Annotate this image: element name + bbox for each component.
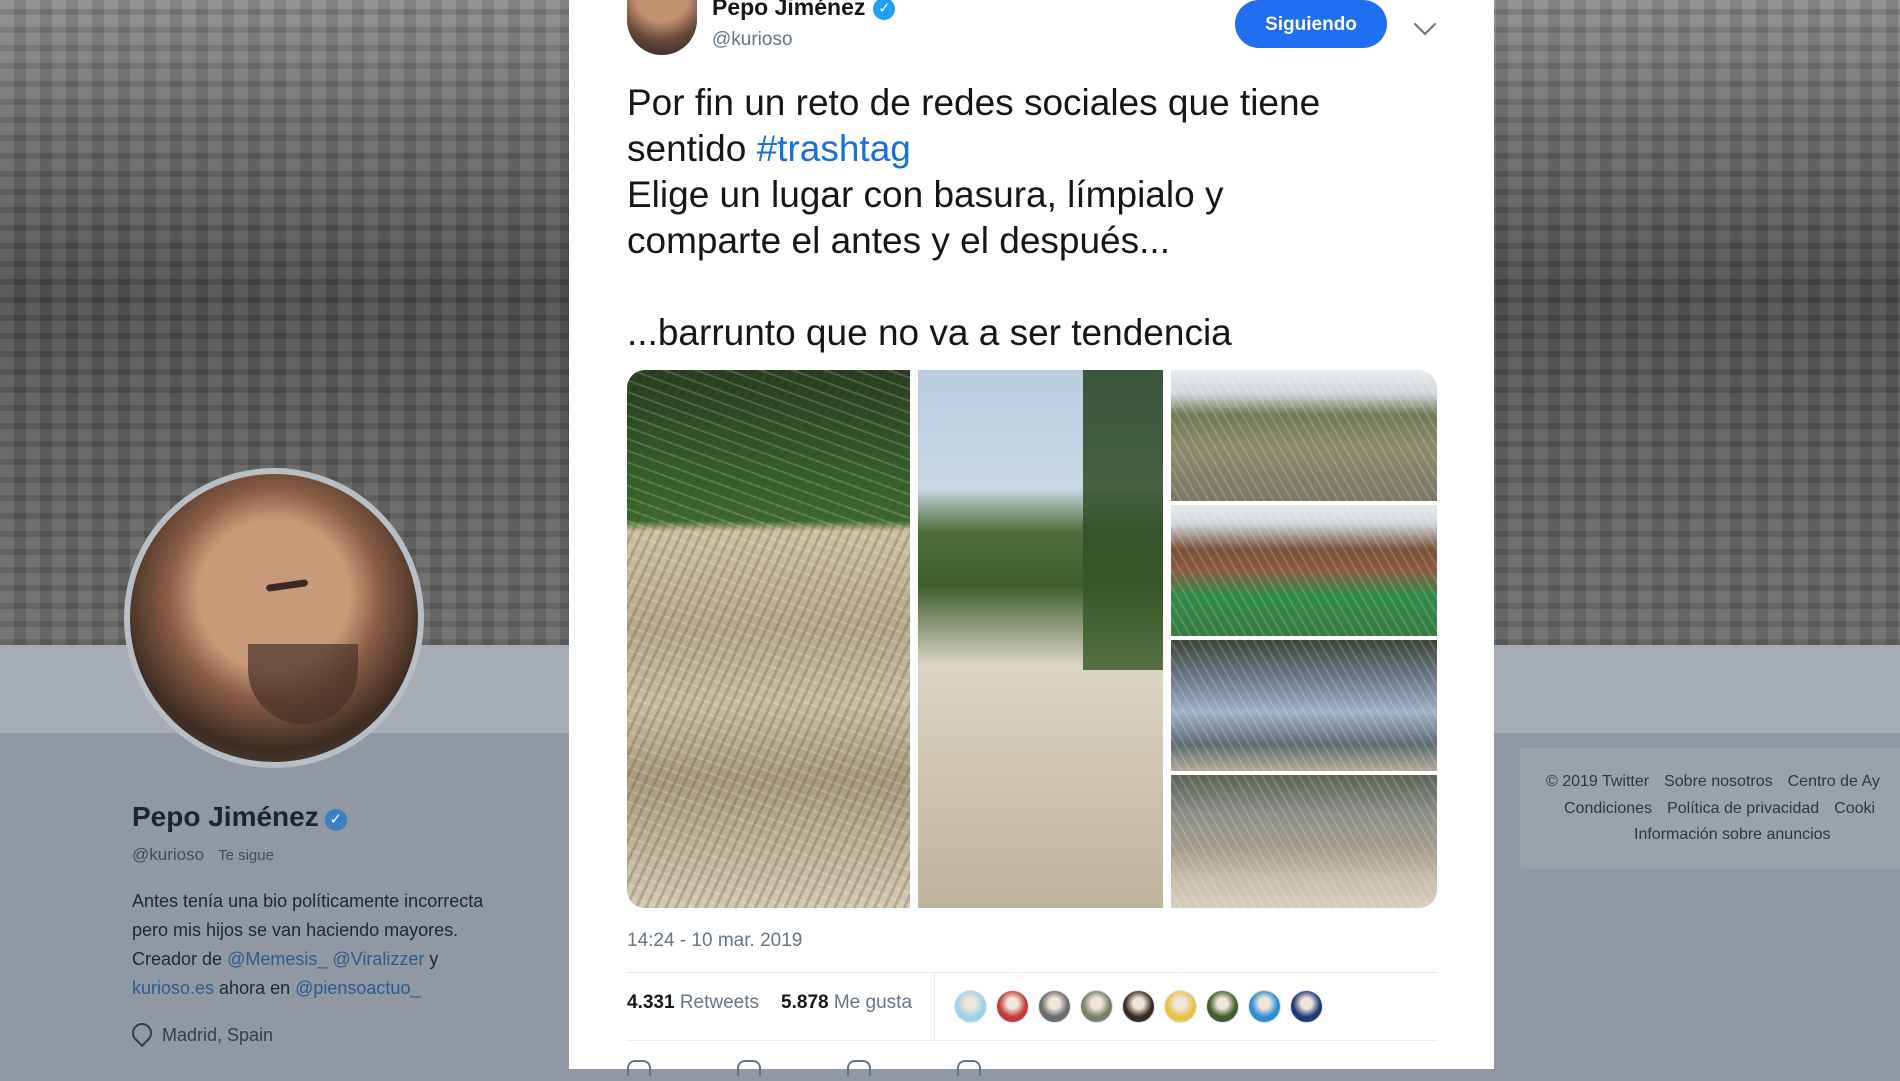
- tweet-timestamp[interactable]: 14:24 - 10 mar. 2019: [627, 930, 802, 952]
- bio-line-4: kurioso.es ahora en @piensoactuo_: [132, 974, 552, 1003]
- tweet-line-3: Elige un lugar con basura, límpialo y: [627, 174, 1224, 215]
- reply-icon[interactable]: [627, 1060, 651, 1076]
- tweet-line-blank: [627, 264, 1447, 310]
- profile-avatar[interactable]: [124, 468, 424, 768]
- tweet-text: Por fin un reto de redes sociales que ti…: [627, 80, 1447, 356]
- mention-piensoactuo-link[interactable]: @piensoactuo_: [295, 978, 420, 998]
- footer-link-terms[interactable]: Condiciones: [1564, 800, 1652, 817]
- tweet-modal: Pepo Jiménez ✓ @kurioso Siguiendo Por fin…: [569, 0, 1494, 1076]
- media-photo-hill-after[interactable]: [1171, 505, 1437, 636]
- likes-label[interactable]: Me gusta: [834, 992, 912, 1013]
- footer-link-help[interactable]: Centro de Ay: [1788, 773, 1880, 790]
- liker-avatar[interactable]: [1290, 990, 1323, 1023]
- verified-badge-icon: ✓: [324, 809, 347, 831]
- author-handle[interactable]: @kurioso: [712, 29, 793, 51]
- media-photo-hill-before[interactable]: [1171, 370, 1437, 501]
- bio-text: ahora en: [214, 978, 296, 998]
- profile-location: Madrid, Spain: [127, 1018, 274, 1048]
- verified-badge-icon: ✓: [873, 0, 896, 20]
- location-text: Madrid, Spain: [162, 1025, 274, 1045]
- media-photo-shore-after[interactable]: [1171, 775, 1437, 908]
- tweet-line-4: comparte el antes y el después...: [627, 220, 1170, 261]
- profile-bio: Antes tenía una bio políticamente incorr…: [132, 887, 552, 1003]
- retweet-icon[interactable]: [737, 1060, 761, 1076]
- footer-row-1: © 2019 Twitter Sobre nosotros Centro de Ay: [1546, 773, 1895, 791]
- liker-avatar[interactable]: [1038, 990, 1071, 1023]
- media-photo-beach-after[interactable]: [918, 370, 1163, 908]
- location-pin-icon: [127, 1018, 157, 1048]
- tweet-line-5: ...barrunto que no va a ser tendencia: [627, 312, 1232, 353]
- footer-links-box: © 2019 Twitter Sobre nosotros Centro de Ay…: [1520, 748, 1900, 869]
- profile-handle-text: @kurioso: [132, 845, 205, 864]
- hashtag-link[interactable]: #trashtag: [757, 128, 911, 169]
- footer-link-about[interactable]: Sobre nosotros: [1664, 773, 1773, 790]
- liker-avatar[interactable]: [996, 990, 1029, 1023]
- bio-text: Creador de: [132, 949, 228, 969]
- liker-avatar[interactable]: [1080, 990, 1113, 1023]
- bio-text: y: [424, 949, 439, 969]
- retweets-label[interactable]: Retweets: [680, 992, 759, 1013]
- author-name[interactable]: Pepo Jiménez ✓: [712, 0, 896, 21]
- media-photo-shore-before[interactable]: [1171, 640, 1437, 771]
- footer-row-2: Condiciones Política de privacidad Cooki: [1564, 800, 1890, 818]
- tweet-line-2: sentido #trashtag: [627, 126, 1447, 172]
- follows-you-badge: Te sigue: [218, 847, 274, 864]
- mention-viralizzer-link[interactable]: @Viralizzer: [332, 949, 424, 969]
- website-link[interactable]: kurioso.es: [132, 978, 214, 998]
- stats-divider: [934, 973, 935, 1041]
- profile-handle: @kurioso Te sigue: [132, 845, 274, 865]
- avatar-brow: [265, 579, 309, 592]
- following-button[interactable]: Siguiendo: [1235, 0, 1387, 48]
- media-photo-beach-before[interactable]: [627, 370, 910, 908]
- like-icon[interactable]: [847, 1060, 871, 1076]
- retweets-count[interactable]: 4.331: [627, 992, 675, 1013]
- profile-name[interactable]: Pepo Jiménez ✓: [132, 801, 347, 833]
- divider: [627, 1040, 1437, 1041]
- tweet-text-fragment: sentido: [627, 128, 757, 169]
- footer-link-copyright[interactable]: © 2019 Twitter: [1546, 773, 1649, 790]
- mention-memesis-link[interactable]: @Memesis_: [227, 949, 327, 969]
- tweet-media-grid: [627, 370, 1437, 908]
- tweet-actions: [627, 1060, 1067, 1081]
- liker-avatar[interactable]: [1206, 990, 1239, 1023]
- chevron-down-icon[interactable]: [1413, 12, 1437, 36]
- liker-avatars: [954, 990, 1332, 1024]
- tweet-line-1: Por fin un reto de redes sociales que ti…: [627, 82, 1321, 123]
- profile-name-text: Pepo Jiménez: [132, 801, 319, 832]
- bio-line-2: pero mis hijos se van haciendo mayores.: [132, 920, 459, 940]
- author-avatar[interactable]: [627, 0, 697, 55]
- avatar-beard: [248, 644, 358, 724]
- footer-link-privacy[interactable]: Política de privacidad: [1667, 800, 1819, 817]
- footer-link-cookies[interactable]: Cooki: [1834, 800, 1875, 817]
- liker-avatar[interactable]: [1164, 990, 1197, 1023]
- message-icon[interactable]: [957, 1060, 981, 1076]
- tweet-stats: 4.331 Retweets 5.878 Me gusta: [627, 992, 912, 1014]
- author-name-text: Pepo Jiménez: [712, 0, 866, 20]
- bio-line-1: Antes tenía una bio políticamente incorr…: [132, 891, 484, 911]
- footer-link-ads-info[interactable]: Información sobre anuncios: [1634, 826, 1831, 843]
- liker-avatar[interactable]: [1248, 990, 1281, 1023]
- liker-avatar[interactable]: [954, 990, 987, 1023]
- footer-row-3: Información sobre anuncios: [1634, 826, 1846, 844]
- divider: [627, 972, 1437, 973]
- bio-line-3: Creador de @Memesis_ @Viralizzer y: [132, 945, 552, 974]
- likes-count[interactable]: 5.878: [781, 992, 829, 1013]
- liker-avatar[interactable]: [1122, 990, 1155, 1023]
